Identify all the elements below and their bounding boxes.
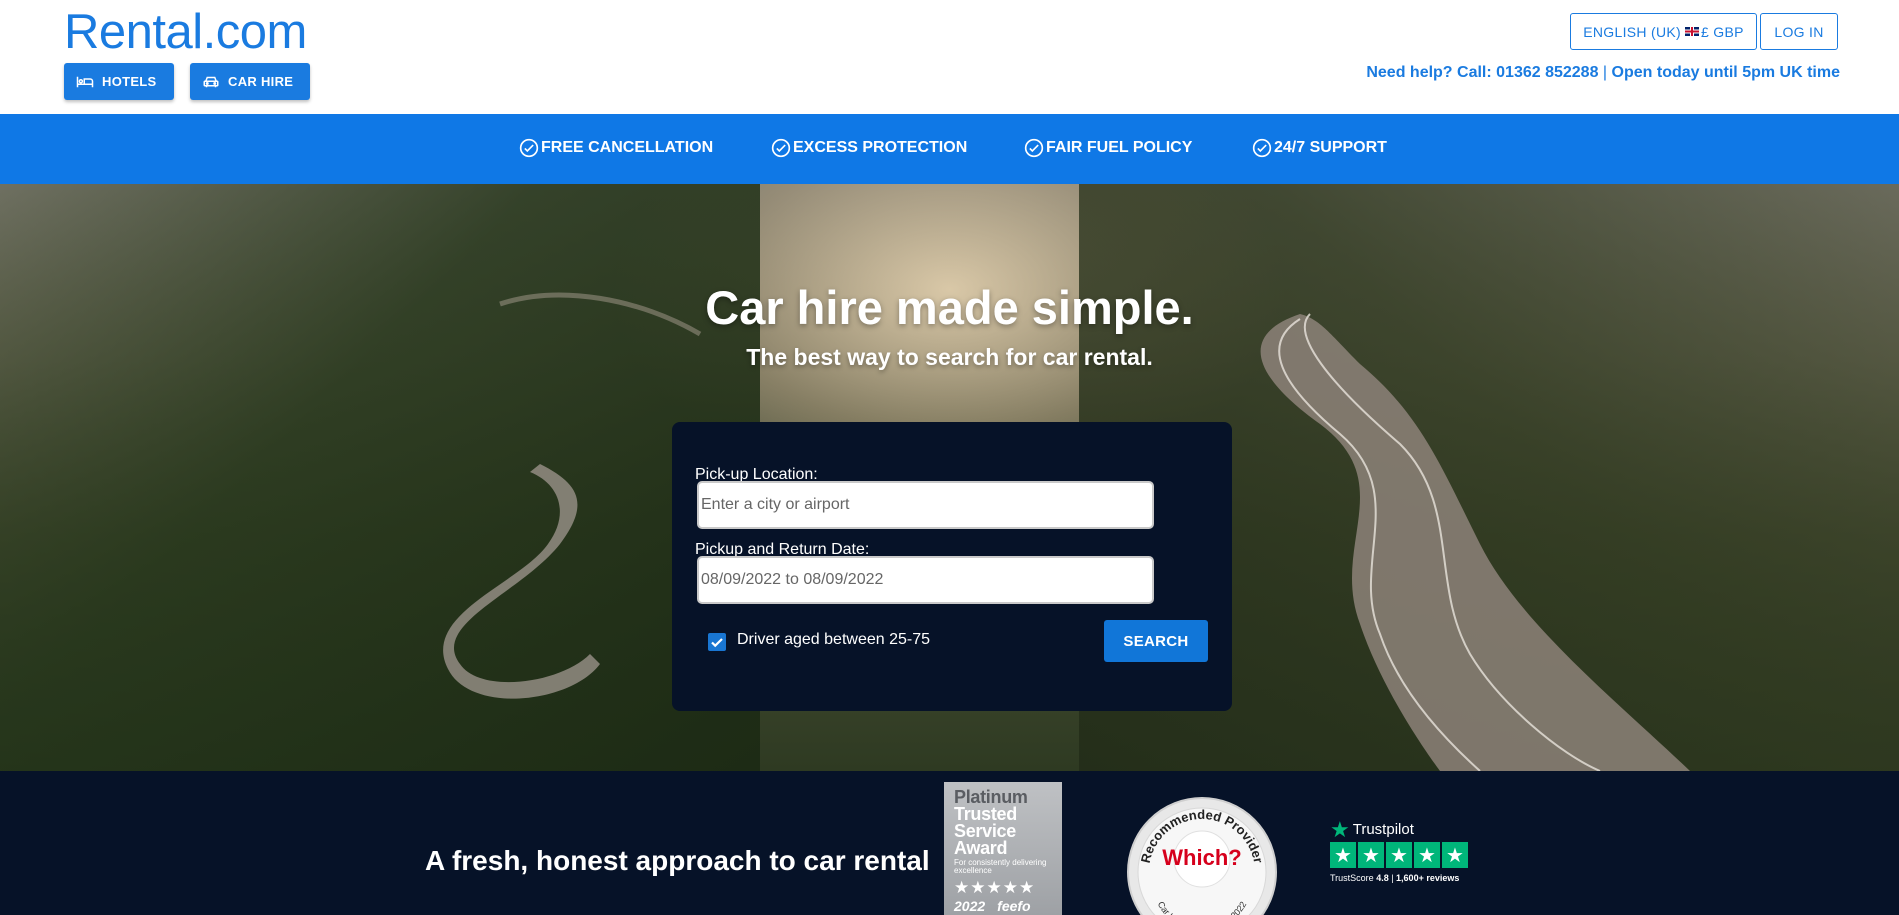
site-logo[interactable]: Rental.com: [64, 4, 307, 60]
help-line: Need help? Call: 01362 852288 | Open tod…: [1366, 64, 1840, 82]
star-icon: ★: [1330, 842, 1356, 868]
feature-excess-protection: EXCESS PROTECTION: [771, 138, 967, 158]
car-icon: [203, 76, 219, 87]
search-button[interactable]: SEARCH: [1104, 620, 1208, 662]
feature-label: 24/7 SUPPORT: [1274, 139, 1387, 156]
star-icon: ★: [1414, 842, 1440, 868]
feefo-award-badge: Platinum Trusted Service Award For consi…: [944, 782, 1062, 915]
feefo-stars-icon: ★★★★★: [954, 878, 1036, 897]
site-header: Rental.com HOTELS CAR HIRE ENGLISH (UK) …: [0, 0, 1899, 114]
feefo-small-text: For consistently delivering excellence: [954, 858, 1047, 875]
hero-section: Car hire made simple. The best way to se…: [0, 184, 1899, 771]
help-phone[interactable]: Need help? Call: 01362 852288: [1366, 64, 1598, 81]
trustpilot-reviews: 1,600+ reviews: [1396, 873, 1460, 883]
check-circle-icon: [1252, 138, 1272, 158]
which-recommended-badge: Recommended Provider Which? Car Hire Bro…: [1127, 797, 1277, 915]
pickup-location-input[interactable]: [697, 481, 1154, 529]
trustpilot-widget[interactable]: ★ Trustpilot ★ ★ ★ ★ ★ TrustScore 4.8 | 1…: [1330, 816, 1468, 883]
language-label: ENGLISH (UK): [1583, 23, 1681, 40]
hero-title: Car hire made simple.: [705, 281, 1194, 334]
hotels-button[interactable]: HOTELS: [64, 63, 174, 100]
feefo-year: 2022: [954, 898, 986, 914]
driver-age-checkbox[interactable]: [708, 633, 726, 651]
feature-label: EXCESS PROTECTION: [793, 139, 968, 156]
search-form: Pick-up Location: Pickup and Return Date…: [672, 422, 1232, 711]
hotels-label: HOTELS: [102, 74, 157, 89]
trustscore-prefix: TrustScore: [1330, 873, 1377, 883]
trustpilot-score: TrustScore 4.8 | 1,600+ reviews: [1330, 873, 1460, 883]
check-circle-icon: [519, 138, 539, 158]
checkmark-icon: [711, 638, 723, 648]
currency-label: £ GBP: [1700, 23, 1744, 40]
feature-support: 24/7 SUPPORT: [1252, 138, 1387, 158]
feature-bar: FREE CANCELLATION EXCESS PROTECTION FAIR…: [0, 114, 1899, 184]
feefo-brand: feefo: [997, 898, 1031, 914]
pickup-return-date-input[interactable]: [697, 556, 1154, 604]
check-circle-icon: [771, 138, 791, 158]
trustpilot-rating-stars: ★ ★ ★ ★ ★: [1330, 842, 1468, 868]
language-currency-button[interactable]: ENGLISH (UK) £ GBP: [1570, 13, 1757, 50]
which-brand-text: Which?: [1162, 845, 1241, 870]
hero-subtitle: The best way to search for car rental.: [746, 344, 1153, 370]
feature-fair-fuel-policy: FAIR FUEL POLICY: [1024, 138, 1192, 158]
login-button[interactable]: LOG IN: [1760, 13, 1838, 50]
car-hire-button[interactable]: CAR HIRE: [190, 63, 310, 100]
feature-label: FREE CANCELLATION: [541, 139, 714, 156]
star-icon: ★: [1442, 842, 1468, 868]
help-hours: Open today until 5pm UK time: [1611, 64, 1840, 81]
trustscore-value: 4.8: [1376, 873, 1389, 883]
trust-tagline: A fresh, honest approach to car rental: [425, 845, 930, 876]
feefo-line4: Award: [954, 838, 1008, 858]
feature-label: FAIR FUEL POLICY: [1046, 139, 1193, 156]
trustpilot-star-icon: ★: [1330, 816, 1350, 842]
help-separator: |: [1602, 64, 1608, 81]
bed-icon: [76, 76, 94, 87]
driver-age-label[interactable]: Driver aged between 25-75: [737, 631, 930, 649]
check-circle-icon: [1024, 138, 1044, 158]
which-badge-icon: Recommended Provider Which? Car Hire Bro…: [1127, 797, 1277, 915]
trust-strip: A fresh, honest approach to car rental P…: [0, 771, 1899, 915]
star-icon: ★: [1386, 842, 1412, 868]
feature-free-cancellation: FREE CANCELLATION: [519, 138, 713, 158]
star-icon: ★: [1358, 842, 1384, 868]
car-hire-label: CAR HIRE: [228, 74, 294, 89]
uk-flag-icon: [1684, 27, 1699, 36]
trustpilot-brand: Trustpilot: [1352, 821, 1414, 838]
